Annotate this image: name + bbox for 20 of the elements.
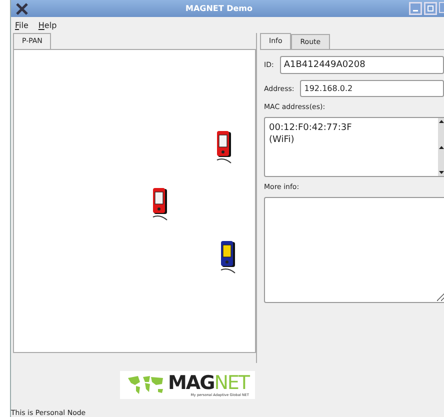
mac-entry: 00:12:F0:42:77:3F (269, 122, 353, 134)
mac-list[interactable]: 00:12:F0:42:77:3F (WiFi) (264, 117, 444, 177)
pda-icon[interactable] (214, 130, 234, 164)
down-arrow-icon[interactable] (438, 169, 444, 176)
menu-item[interactable]: File (15, 21, 28, 30)
pda-icon[interactable] (150, 187, 170, 221)
id-field[interactable]: A1B412449A0208 (280, 56, 444, 74)
logo-wordmark: MAGNET (168, 373, 250, 393)
mac-entry: (WiFi) (269, 134, 296, 146)
x-logo-icon[interactable] (15, 2, 29, 14)
window-title: MAGNET Demo (184, 4, 254, 13)
address-field[interactable]: 192.168.0.2 (300, 80, 444, 97)
maximize-button[interactable] (424, 2, 437, 15)
minimize-button[interactable] (409, 2, 422, 15)
menu-item[interactable]: Help (38, 21, 57, 30)
more-info-field[interactable] (264, 197, 444, 303)
up-arrow-icon[interactable] (438, 144, 444, 150)
world-map-icon (126, 374, 166, 396)
pda-icon[interactable] (218, 240, 238, 274)
up-arrow-icon[interactable] (438, 118, 444, 125)
